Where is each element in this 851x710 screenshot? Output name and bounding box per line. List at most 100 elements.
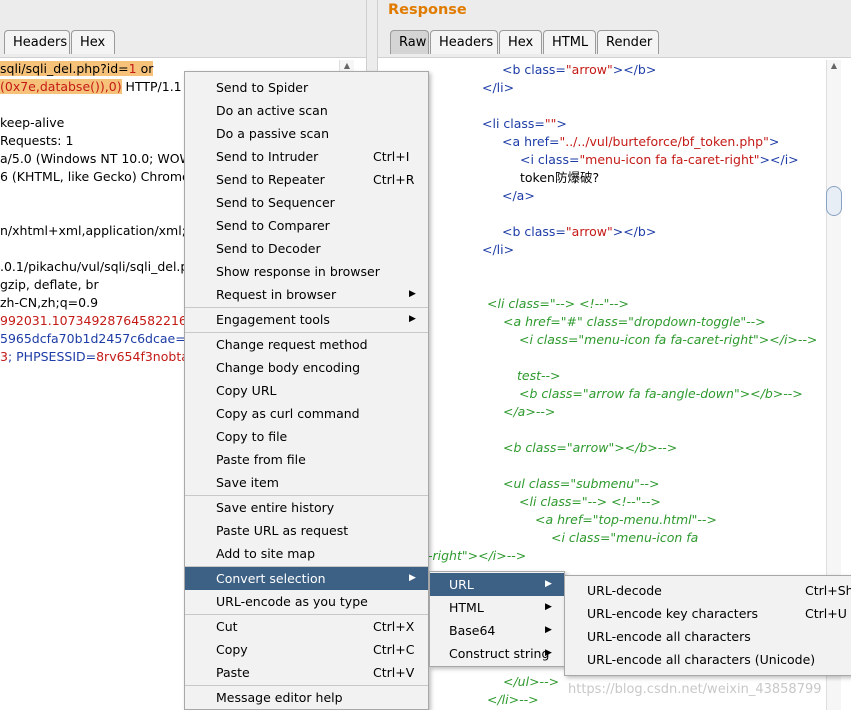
request-line: 3; PHPSESSID=8rv654f3nobtane <box>0 348 205 366</box>
menu-item-save-item[interactable]: Save item <box>185 471 428 494</box>
menu-item-url-encode-all-characters[interactable]: URL-encode all characters <box>565 625 851 648</box>
request-text-segment: 6 (KHTML, like Gecko) Chrome/ <box>0 169 194 184</box>
menu-item-label: URL-decode <box>587 583 662 598</box>
menu-item-label: Message editor help <box>216 690 343 705</box>
submenu-arrow-icon: ▶ <box>545 602 552 612</box>
request-line: n/xhtml+xml,application/xml;q= <box>0 222 204 240</box>
menu-item-label: Paste URL as request <box>216 523 349 538</box>
menu-item-label: Cut <box>216 619 238 634</box>
request-line: (0x7e,databse()),0) HTTP/1.1 <box>0 78 182 96</box>
menu-item-copy-url[interactable]: Copy URL <box>185 379 428 402</box>
menu-item-copy[interactable]: Copy Ctrl+C <box>185 638 428 661</box>
menu-item-change-body-encoding[interactable]: Change body encoding <box>185 356 428 379</box>
menu-item-html[interactable]: HTML ▶ <box>430 596 564 619</box>
menu-item-message-editor-help[interactable]: Message editor help <box>185 686 428 709</box>
tab-request-headers[interactable]: Headers <box>4 30 70 54</box>
menu-item-base64[interactable]: Base64 ▶ <box>430 619 564 642</box>
request-text-segment: 1 <box>128 61 137 76</box>
convert-selection-submenu: URL ▶ HTML ▶ Base64 ▶ Construct string ▶ <box>429 571 565 667</box>
tab-response-hex[interactable]: Hex <box>499 30 542 54</box>
menu-item-label: Do an active scan <box>216 103 328 118</box>
request-text-segment: Requests: 1 <box>0 133 74 148</box>
menu-item-label: Show response in browser <box>216 264 380 279</box>
menu-item-convert-selection[interactable]: Convert selection ▶ <box>185 567 428 590</box>
response-scroll-thumb[interactable] <box>826 186 842 216</box>
menu-item-url-encode-all-characters-unicode[interactable]: URL-encode all characters (Unicode) <box>565 648 851 671</box>
menu-item-label: Add to site map <box>216 546 316 561</box>
request-line: keep-alive <box>0 114 64 132</box>
submenu-arrow-icon: ▶ <box>545 648 552 658</box>
context-menu: Send to Spider Do an active scan Do a pass… <box>184 71 429 710</box>
menu-item-label: Engagement tools <box>216 312 330 327</box>
menu-item-label: Base64 <box>449 623 496 638</box>
menu-item-label: Send to Repeater <box>216 172 325 187</box>
tab-request-hex[interactable]: Hex <box>71 30 115 54</box>
tab-response-render[interactable]: Render <box>597 30 659 54</box>
menu-item-do-a-passive-scan[interactable]: Do a passive scan <box>185 122 428 145</box>
menu-item-shortcut: Ctrl+X <box>373 619 415 634</box>
menu-item-do-an-active-scan[interactable]: Do an active scan <box>185 99 428 122</box>
menu-item-shortcut: Ctrl+V <box>373 665 415 680</box>
menu-item-paste-url-as-request[interactable]: Paste URL as request <box>185 519 428 542</box>
menu-item-send-to-intruder[interactable]: Send to Intruder Ctrl+I <box>185 145 428 168</box>
request-text-segment: 3 <box>0 349 8 364</box>
request-text-segment: or <box>136 61 154 76</box>
menu-item-cut[interactable]: Cut Ctrl+X <box>185 615 428 638</box>
menu-item-label: Change body encoding <box>216 360 361 375</box>
menu-item-paste[interactable]: Paste Ctrl+V <box>185 661 428 684</box>
menu-item-change-request-method[interactable]: Change request method <box>185 333 428 356</box>
response-title: Response <box>388 2 467 18</box>
menu-item-paste-from-file[interactable]: Paste from file <box>185 448 428 471</box>
menu-item-label: Send to Decoder <box>216 241 321 256</box>
menu-item-label: Do a passive scan <box>216 126 330 141</box>
menu-item-url-encode-key-characters[interactable]: URL-encode key characters Ctrl+U <box>565 602 851 625</box>
request-text-segment: sqli/sqli_del.php?id= <box>0 61 129 76</box>
request-text-segment: .0.1/pikachu/vul/sqli/sqli_del.ph <box>0 259 197 274</box>
menu-item-show-response-in-browser[interactable]: Show response in browser <box>185 260 428 283</box>
menu-item-send-to-decoder[interactable]: Send to Decoder <box>185 237 428 260</box>
menu-item-url-encode-as-you-type[interactable]: URL-encode as you type <box>185 590 428 613</box>
menu-item-label: URL-encode key characters <box>587 606 759 621</box>
request-text-segment: HTTP/1.1 <box>121 79 182 94</box>
menu-item-label: Request in browser <box>216 287 337 302</box>
request-text-segment: zh-CN,zh;q=0.9 <box>0 295 99 310</box>
menu-item-send-to-sequencer[interactable]: Send to Sequencer <box>185 191 428 214</box>
watermark: https://blog.csdn.net/weixin_43858799 <box>568 682 822 697</box>
menu-item-shortcut: Ctrl+Shi <box>805 583 851 598</box>
menu-item-url-decode[interactable]: URL-decode Ctrl+Shi <box>565 579 851 602</box>
request-text-segment: ; PHPSESSID= <box>7 349 97 364</box>
request-line: 5965dcfa70b1d2457c6dcae=155 <box>0 330 210 348</box>
menu-item-label: URL-encode as you type <box>216 594 368 609</box>
menu-item-send-to-spider[interactable]: Send to Spider <box>185 76 428 99</box>
menu-item-construct-string[interactable]: Construct string ▶ <box>430 642 564 665</box>
request-line: 6 (KHTML, like Gecko) Chrome/ <box>0 168 194 186</box>
request-text-segment: keep-alive <box>0 115 65 130</box>
tab-response-html[interactable]: HTML <box>543 30 596 54</box>
menu-item-add-to-site-map[interactable]: Add to site map <box>185 542 428 565</box>
menu-item-send-to-comparer[interactable]: Send to Comparer <box>185 214 428 237</box>
menu-item-copy-to-file[interactable]: Copy to file <box>185 425 428 448</box>
menu-item-label: URL-encode all characters (Unicode) <box>587 652 816 667</box>
request-line: zh-CN,zh;q=0.9 <box>0 294 98 312</box>
menu-item-label: Change request method <box>216 337 368 352</box>
menu-item-label: Copy <box>216 642 248 657</box>
menu-item-engagement-tools[interactable]: Engagement tools ▶ <box>185 308 428 331</box>
menu-item-label: Send to Sequencer <box>216 195 335 210</box>
tab-response-raw[interactable]: Raw <box>390 30 429 54</box>
request-text-segment: 5965dcfa70b1d2457c6dcae=155 <box>0 331 210 346</box>
menu-item-request-in-browser[interactable]: Request in browser ▶ <box>185 283 428 306</box>
menu-item-send-to-repeater[interactable]: Send to Repeater Ctrl+R <box>185 168 428 191</box>
menu-item-url[interactable]: URL ▶ <box>430 573 564 596</box>
menu-item-label: URL-encode all characters <box>587 629 751 644</box>
menu-item-label: Copy as curl command <box>216 406 360 421</box>
menu-item-label: Convert selection <box>216 571 326 586</box>
menu-item-shortcut: Ctrl+C <box>373 642 415 657</box>
scroll-up-arrow-icon[interactable]: ▲ <box>827 60 841 72</box>
menu-item-label: Construct string <box>449 646 550 661</box>
menu-item-label: Paste from file <box>216 452 306 467</box>
tab-response-headers[interactable]: Headers <box>430 30 498 54</box>
menu-item-save-entire-history[interactable]: Save entire history <box>185 496 428 519</box>
menu-item-copy-as-curl-command[interactable]: Copy as curl command <box>185 402 428 425</box>
request-line: .0.1/pikachu/vul/sqli/sqli_del.ph <box>0 258 196 276</box>
menu-item-shortcut: Ctrl+I <box>373 149 410 164</box>
